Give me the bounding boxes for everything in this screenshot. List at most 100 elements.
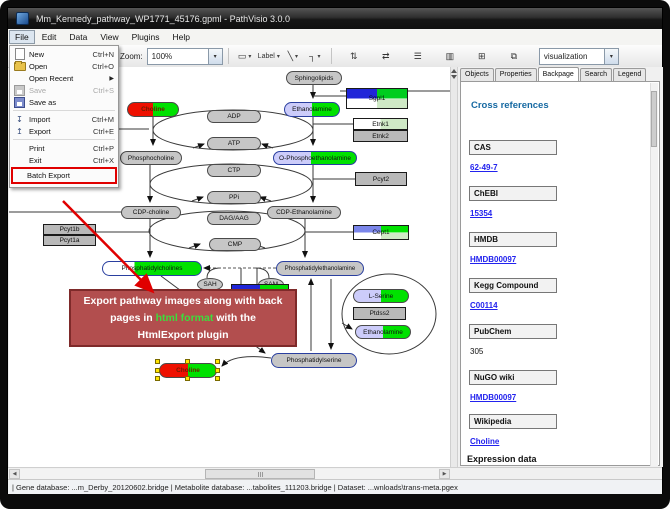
annotation-highlight: html format (156, 312, 214, 324)
zoom-label: Zoom: (120, 52, 143, 61)
menu-view[interactable]: View (94, 30, 124, 44)
line-tool-button[interactable]: ╲▾ (282, 48, 304, 65)
match-width-button[interactable]: ☰ (407, 48, 429, 65)
backpage-panel: Cross references CAS 62-49-7 ChEBI 15354… (460, 81, 660, 466)
link-kegg[interactable]: C00114 (470, 301, 498, 310)
connector-tool-button[interactable]: ┐▾ (304, 48, 326, 65)
visualization-dropdown-icon[interactable]: ▾ (604, 49, 618, 64)
connector-icon: ┐ (309, 51, 315, 61)
menu-item-open[interactable]: OpenCtrl+O (10, 60, 118, 72)
pathway-node-phosphatidylcholines[interactable]: Phosphatidylcholines (102, 261, 202, 276)
pathway-node-atp[interactable]: ATP (207, 137, 261, 150)
open-folder-icon (13, 61, 26, 71)
section-header-cas: CAS (469, 140, 557, 155)
tab-objects[interactable]: Objects (460, 68, 494, 82)
link-hmdb[interactable]: HMDB00097 (470, 255, 516, 264)
pathway-node-ctp[interactable]: CTP (207, 164, 261, 177)
save-as-icon (13, 97, 26, 107)
zoom-dropdown-icon[interactable]: ▾ (208, 49, 222, 64)
menu-item-exit[interactable]: ExitCtrl+X (10, 154, 118, 166)
align-horizontal-icon: ⇄ (382, 51, 390, 62)
scroll-left-icon[interactable]: ◀ (9, 469, 20, 479)
canvas-horizontal-scrollbar[interactable]: ◀ ▶ (9, 469, 450, 479)
label-tool-button[interactable]: Label▾ (256, 48, 282, 65)
layout-button[interactable]: ⧉ (503, 48, 525, 65)
pathway-node-ethanolamine-2[interactable]: Ethanolamine (355, 325, 411, 339)
menu-item-print[interactable]: PrintCtrl+P (10, 142, 118, 154)
pathway-node-sgpl1[interactable]: Sgpl1 (346, 88, 408, 109)
line-icon: ╲ (288, 51, 293, 62)
pathway-node-sphingolipids[interactable]: Sphingolipids (286, 71, 342, 85)
panel-splitter[interactable] (450, 67, 458, 467)
annotation-line1: Export pathway images along with back (71, 293, 295, 310)
link-nugo[interactable]: HMDB00097 (470, 393, 516, 402)
pathway-node-phosphocholine[interactable]: Phosphocholine (120, 151, 182, 165)
pathway-node-ppi[interactable]: PPi (207, 191, 261, 204)
visualization-combobox[interactable]: visualization ▾ (539, 48, 619, 65)
datanode-tool-button[interactable]: ▭▾ (234, 48, 256, 65)
panel-scrollbar-thumb[interactable] (651, 91, 657, 147)
panel-scrollbar[interactable] (650, 83, 658, 466)
zoom-combobox[interactable]: 100% ▾ (147, 48, 223, 65)
status-text: | Gene database: ...m_Derby_20120602.bri… (12, 483, 458, 492)
pathway-node-o-phosphoethanolamine[interactable]: O-Phosphoethanolamine (273, 151, 357, 165)
match-height-button[interactable]: ▥ (439, 48, 461, 65)
scroll-right-icon[interactable]: ▶ (439, 469, 450, 479)
pathway-node-phosphatidylserine[interactable]: Phosphatidylserine (271, 353, 357, 368)
selection-handle[interactable] (185, 376, 190, 381)
pathway-node-phosphatidylethanolamine[interactable]: Phosphatidylethanolamine (276, 261, 364, 276)
same-size-button[interactable]: ⊞ (471, 48, 493, 65)
selection-handle[interactable] (215, 376, 220, 381)
match-width-icon: ☰ (414, 51, 422, 62)
label-icon: Label (258, 53, 275, 60)
pathway-node-adp[interactable]: ADP (207, 110, 261, 123)
menu-plugins[interactable]: Plugins (126, 30, 166, 44)
tab-legend[interactable]: Legend (613, 68, 646, 82)
menu-data[interactable]: Data (63, 30, 93, 44)
menu-item-new[interactable]: NewCtrl+N (10, 48, 118, 60)
tab-properties[interactable]: Properties (495, 68, 537, 82)
pathway-node-cdp-ethanolamine[interactable]: CDP-Ethanolamine (267, 206, 341, 219)
pathway-node-etnk1[interactable]: Etnk1 (353, 118, 408, 130)
link-wikipedia[interactable]: Choline (470, 437, 499, 446)
pathway-node-choline[interactable]: Choline (127, 102, 179, 117)
link-chebi[interactable]: 15354 (470, 209, 492, 218)
pathway-node-cept1[interactable]: Cept1 (353, 225, 409, 240)
status-bar: | Gene database: ...m_Derby_20120602.bri… (8, 479, 662, 494)
pathway-node-etnk2[interactable]: Etnk2 (353, 130, 408, 142)
link-cas[interactable]: 62-49-7 (470, 163, 498, 172)
pathway-node-cdp-choline[interactable]: CDP-choline (121, 206, 181, 219)
menu-item-batch-export[interactable]: Batch Export (11, 167, 117, 184)
align-horizontal-button[interactable]: ⇄ (375, 48, 397, 65)
pathway-node-ethanolamine[interactable]: Ethanolamine (284, 102, 340, 117)
section-header-kegg: Kegg Compound (469, 278, 557, 293)
menu-edit[interactable]: Edit (36, 30, 63, 44)
menu-item-export[interactable]: ↥ ExportCtrl+E (10, 125, 118, 137)
tab-search[interactable]: Search (580, 68, 612, 82)
pathway-node-dag-aag[interactable]: DAG/AAG (207, 212, 261, 225)
pathway-node-l-serine[interactable]: L-Serine (353, 289, 409, 303)
menu-item-import[interactable]: ↧ ImportCtrl+M (10, 113, 118, 125)
pathway-node-ptdss2[interactable]: Ptdss2 (353, 307, 406, 320)
section-header-nugo: NuGO wiki (469, 370, 557, 385)
pathway-node-pcyt2[interactable]: Pcyt2 (355, 172, 407, 186)
selection-handle[interactable] (155, 376, 160, 381)
selection-handle[interactable] (155, 359, 160, 364)
scrollbar-thumb[interactable] (205, 469, 315, 479)
import-icon: ↧ (13, 114, 26, 124)
selection-handle[interactable] (215, 359, 220, 364)
pathway-node-pcyt1b[interactable]: Pcyt1b (43, 224, 96, 235)
save-icon (13, 85, 26, 95)
align-center-button[interactable]: ⇅ (343, 48, 365, 65)
menu-help[interactable]: Help (167, 30, 196, 44)
tab-backpage[interactable]: Backpage (538, 67, 579, 81)
pathway-node-pcyt1a[interactable]: Pcyt1a (43, 235, 96, 246)
pathway-node-cmp[interactable]: CMP (209, 238, 261, 251)
selection-handle[interactable] (185, 359, 190, 364)
menu-item-open-recent[interactable]: Open Recent▶ (10, 72, 118, 84)
menu-file[interactable]: File (9, 30, 35, 44)
selection-handle[interactable] (155, 368, 160, 373)
menu-item-save[interactable]: SaveCtrl+S (10, 84, 118, 96)
selection-handle[interactable] (215, 368, 220, 373)
menu-item-save-as[interactable]: Save as (10, 96, 118, 108)
